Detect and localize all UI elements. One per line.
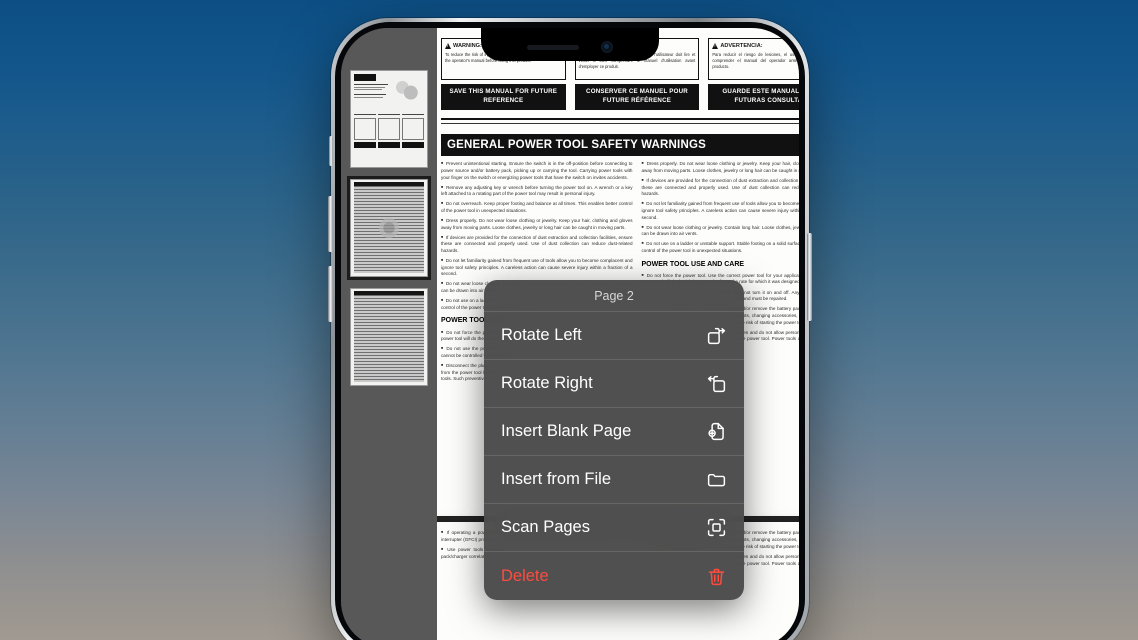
keep-manual-banner: GUARDE ESTE MANUAL PARA FUTURAS CONSULTA… — [708, 83, 799, 110]
page-thumbnail-1[interactable] — [350, 70, 428, 168]
body-paragraph: Do not let familiarity gained from frequ… — [441, 258, 633, 278]
warning-body: Para reducir el riesgo de lesiones, el u… — [712, 51, 799, 69]
page-thumbnail-rail[interactable] — [341, 28, 437, 640]
power-button[interactable] — [807, 233, 812, 321]
body-paragraph: Dress properly. Do not wear loose clothi… — [642, 161, 800, 174]
thumbnail-preview — [351, 180, 427, 276]
menu-item-label: Delete — [501, 566, 549, 585]
menu-item-rotate-left[interactable]: Rotate Left — [484, 312, 744, 360]
warning-block-es: ADVERTENCIA: Para reducir el riesgo de l… — [708, 34, 799, 110]
divider — [441, 122, 799, 124]
iphone-device: Service Back page Commande de pièces et … — [328, 18, 812, 640]
menu-item-label: Rotate Left — [501, 326, 582, 344]
earpiece-speaker-icon — [527, 44, 579, 50]
menu-item-rotate-right[interactable]: Rotate Right — [484, 360, 744, 408]
body-paragraph: If devices are provided for the connecti… — [642, 178, 800, 198]
rotate-right-icon — [705, 373, 727, 395]
warning-triangle-icon — [712, 42, 719, 49]
menu-item-insert-from-file[interactable]: Insert from File — [484, 456, 744, 504]
folder-icon — [705, 469, 727, 491]
body-paragraph: Do not let familiarity gained from frequ… — [642, 201, 800, 221]
document-page-view[interactable]: Service Back page Commande de pièces et … — [437, 28, 799, 640]
warning-title: ADVERTENCIA: — [720, 42, 763, 49]
keep-manual-banner: SAVE THIS MANUAL FOR FUTURE REFERENCE — [441, 83, 566, 110]
body-paragraph: Do not wear loose clothing or jewelry. C… — [642, 225, 800, 238]
menu-item-label: Scan Pages — [501, 518, 590, 536]
body-paragraph: Do not overreach. Keep proper footing an… — [441, 201, 633, 214]
body-paragraph: Do not use on a ladder or unstable suppo… — [642, 241, 800, 254]
menu-item-scan-pages[interactable]: Scan Pages — [484, 504, 744, 552]
pdf-editor-app: Service Back page Commande de pièces et … — [341, 28, 799, 640]
body-paragraph: Dress properly. Do not wear loose clothi… — [441, 218, 633, 231]
front-camera-icon — [601, 41, 613, 53]
menu-item-label: Insert Blank Page — [501, 422, 632, 440]
body-paragraph: If devices are provided for the connecti… — [441, 235, 633, 255]
document-plus-icon — [705, 421, 727, 443]
trash-icon — [705, 565, 727, 587]
rotate-left-icon — [705, 325, 727, 347]
section-title: GENERAL POWER TOOL SAFETY WARNINGS — [441, 133, 799, 157]
menu-item-insert-blank-page[interactable]: Insert Blank Page — [484, 408, 744, 456]
volume-up-button[interactable] — [328, 196, 333, 252]
body-paragraph: Remove any adjusting key or wrench befor… — [441, 185, 633, 198]
volume-down-button[interactable] — [328, 266, 333, 322]
notch — [481, 28, 659, 61]
product-illustration-mini — [394, 77, 422, 103]
page-thumbnail-2[interactable] — [347, 176, 431, 280]
menu-item-label: Rotate Right — [501, 374, 593, 392]
warning-title: WARNING: — [453, 42, 482, 49]
keep-manual-banner: CONSERVER CE MANUEL POUR FUTURE RÉFÉRENC… — [574, 83, 700, 110]
thumbnail-preview — [351, 289, 427, 385]
device-screen: Service Back page Commande de pièces et … — [341, 28, 799, 640]
thumbnail-preview — [351, 71, 427, 167]
warning-triangle-icon — [445, 42, 451, 49]
toc-column-es: 5-7 7 8-9 Pedidos de piezas y servicio P… — [708, 28, 799, 31]
page-context-menu[interactable]: Page 2 Rotate Left Rotate Right Insert B… — [484, 280, 744, 600]
menu-item-delete[interactable]: Delete — [484, 552, 744, 600]
mute-switch[interactable] — [329, 136, 333, 166]
subsection-title: POWER TOOL USE AND CARE — [641, 260, 745, 268]
divider — [441, 117, 799, 120]
page-thumbnail-3[interactable] — [350, 288, 428, 386]
body-paragraph: Prevent unintentional starting. Ensure t… — [441, 161, 633, 181]
scan-icon — [705, 517, 727, 539]
menu-item-label: Insert from File — [501, 470, 612, 488]
context-menu-title: Page 2 — [484, 280, 744, 312]
brand-logo-mini — [354, 74, 376, 81]
